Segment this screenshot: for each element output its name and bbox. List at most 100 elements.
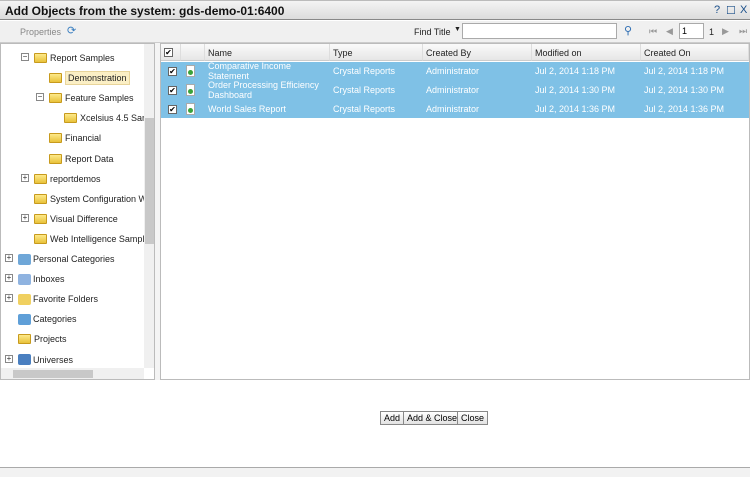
expand-icon[interactable]: + xyxy=(5,254,13,262)
expand-icon[interactable]: + xyxy=(21,173,29,182)
modified-on-cell: Jul 2, 2014 1:18 PM xyxy=(535,66,616,76)
collapse-icon[interactable]: − xyxy=(36,93,44,102)
properties-button[interactable]: Properties xyxy=(20,27,61,37)
folder-icon xyxy=(49,93,62,104)
report-file-icon xyxy=(186,103,195,115)
tree-item[interactable]: Xcelsius 4.5 Sam xyxy=(64,109,150,127)
tree-item[interactable]: Projects xyxy=(18,330,67,348)
table-row[interactable]: ✔ World Sales Report Crystal Reports Admini… xyxy=(161,100,749,118)
created-by-cell: Administrator xyxy=(426,85,480,95)
name-cell: Order Processing Efficiency Dashboard xyxy=(208,80,319,100)
tree-item[interactable]: Categories xyxy=(18,310,77,328)
expand-icon[interactable]: + xyxy=(5,354,13,363)
tree-item-label: Projects xyxy=(34,334,67,345)
crystal-report-icon xyxy=(183,62,198,80)
report-file-icon xyxy=(186,65,195,77)
row-checkbox[interactable]: ✔ xyxy=(168,104,177,114)
row-checkbox[interactable]: ✔ xyxy=(168,85,177,95)
column-header-name[interactable]: Name xyxy=(205,44,330,61)
scroll-thumb[interactable] xyxy=(13,370,93,378)
row-checkbox-cell[interactable]: ✔ xyxy=(165,62,180,80)
page-total: 1 xyxy=(709,27,715,37)
status-footer xyxy=(0,467,750,477)
find-dropdown-icon[interactable]: ▼ xyxy=(454,26,461,33)
last-page-icon[interactable]: ⏭ xyxy=(739,26,747,37)
row-checkbox[interactable]: ✔ xyxy=(168,66,177,76)
tree-item-label: Favorite Folders xyxy=(33,294,99,305)
tree-item[interactable]: Inboxes xyxy=(18,270,65,288)
close-window-button[interactable]: X xyxy=(740,4,747,16)
tree-item-label: Personal Categories xyxy=(33,254,115,264)
tree-item[interactable]: Personal Categories xyxy=(18,250,115,268)
created-by-cell: Administrator xyxy=(426,66,480,76)
column-header-modified-on[interactable]: Modified on xyxy=(532,44,641,61)
tree-item[interactable]: Financial xyxy=(49,129,101,147)
column-header-created-on[interactable]: Created On xyxy=(641,44,749,61)
next-page-icon[interactable]: ▶ xyxy=(722,26,729,37)
select-all-checkbox[interactable]: ✔ xyxy=(164,48,173,57)
column-header-type[interactable]: Type xyxy=(330,44,423,61)
tree-item-label: Universes xyxy=(33,354,74,365)
scroll-thumb[interactable] xyxy=(145,118,154,244)
tree-item[interactable]: Visual Difference xyxy=(34,210,118,228)
select-all-header[interactable]: ✔ xyxy=(161,44,181,61)
tree-item[interactable]: Report Data xyxy=(49,150,114,168)
row-checkbox-cell[interactable]: ✔ xyxy=(165,80,180,100)
title-bar: Add Objects from the system: gds-demo-01… xyxy=(0,0,750,20)
row-checkbox-cell[interactable]: ✔ xyxy=(165,100,180,118)
refresh-icon[interactable]: ⟳ xyxy=(67,24,76,37)
tree-item[interactable]: Report Samples xyxy=(34,49,115,67)
icon-header xyxy=(181,44,205,61)
expand-icon[interactable]: + xyxy=(21,213,29,222)
tree-item-label: Feature Samples xyxy=(65,93,134,104)
folder-icon xyxy=(34,193,47,204)
add-and-close-button[interactable]: Add & Close xyxy=(403,411,462,425)
folder-icon xyxy=(49,153,62,164)
tree-item-label: Financial xyxy=(65,133,102,144)
modified-on-cell: Jul 2, 2014 1:30 PM xyxy=(535,85,616,95)
tree-vertical-scrollbar[interactable] xyxy=(144,44,154,368)
binoculars-search-icon[interactable]: ⚲ xyxy=(624,24,632,37)
created-by-cell: Administrator xyxy=(426,104,480,114)
close-button[interactable]: Close xyxy=(457,411,489,425)
type-cell: Crystal Reports xyxy=(333,104,396,114)
table-row[interactable]: ✔ Comparative Income Statement Crystal Rep… xyxy=(161,61,749,81)
personal-categories-icon xyxy=(18,253,31,265)
modified-on-cell: Jul 2, 2014 1:36 PM xyxy=(535,104,616,114)
tree-item[interactable]: Demonstration xyxy=(49,69,130,87)
crystal-report-icon xyxy=(183,80,198,100)
tree-item-label: System Configuration Wiz xyxy=(50,193,154,204)
add-button[interactable]: Add xyxy=(380,411,405,425)
help-button[interactable]: ? xyxy=(714,4,720,16)
maximize-button[interactable]: ☐ xyxy=(726,4,736,17)
find-title-label[interactable]: Find Title xyxy=(414,27,451,37)
collapse-icon[interactable]: − xyxy=(21,53,29,61)
tree-item[interactable]: Feature Samples xyxy=(49,89,134,107)
tree-item[interactable]: Web Intelligence Samples xyxy=(34,230,154,248)
folder-icon xyxy=(49,133,62,144)
folder-icon xyxy=(18,334,31,345)
tree-item[interactable]: reportdemos xyxy=(34,170,101,188)
tree-item-label: Xcelsius 4.5 Sam xyxy=(80,113,150,124)
prev-page-icon[interactable]: ◀ xyxy=(666,26,673,37)
crystal-report-icon xyxy=(183,100,198,118)
tree-item-label: Visual Difference xyxy=(50,213,118,224)
expand-icon[interactable]: + xyxy=(5,294,13,303)
inbox-icon xyxy=(18,273,31,285)
column-header-created-by[interactable]: Created By xyxy=(423,44,532,61)
categories-icon xyxy=(18,313,31,325)
folder-icon xyxy=(34,233,47,244)
find-input[interactable] xyxy=(462,23,617,39)
first-page-icon[interactable]: ⏮ xyxy=(649,26,657,37)
tree-horizontal-scrollbar[interactable] xyxy=(1,368,144,379)
tree-item[interactable]: Universes xyxy=(18,351,73,369)
tree-item[interactable]: System Configuration Wiz xyxy=(34,190,154,208)
table-row[interactable]: ✔ Order Processing Efficiency Dashboard Cr… xyxy=(161,80,749,100)
folder-icon xyxy=(34,53,47,63)
folder-tree: − Report Samples Demonstration − Feature Sam… xyxy=(0,43,155,380)
page-input[interactable] xyxy=(679,23,704,39)
tree-item-label: Report Samples xyxy=(50,53,115,63)
type-cell: Crystal Reports xyxy=(333,85,396,95)
expand-icon[interactable]: + xyxy=(5,274,13,283)
tree-item[interactable]: Favorite Folders xyxy=(18,290,98,308)
